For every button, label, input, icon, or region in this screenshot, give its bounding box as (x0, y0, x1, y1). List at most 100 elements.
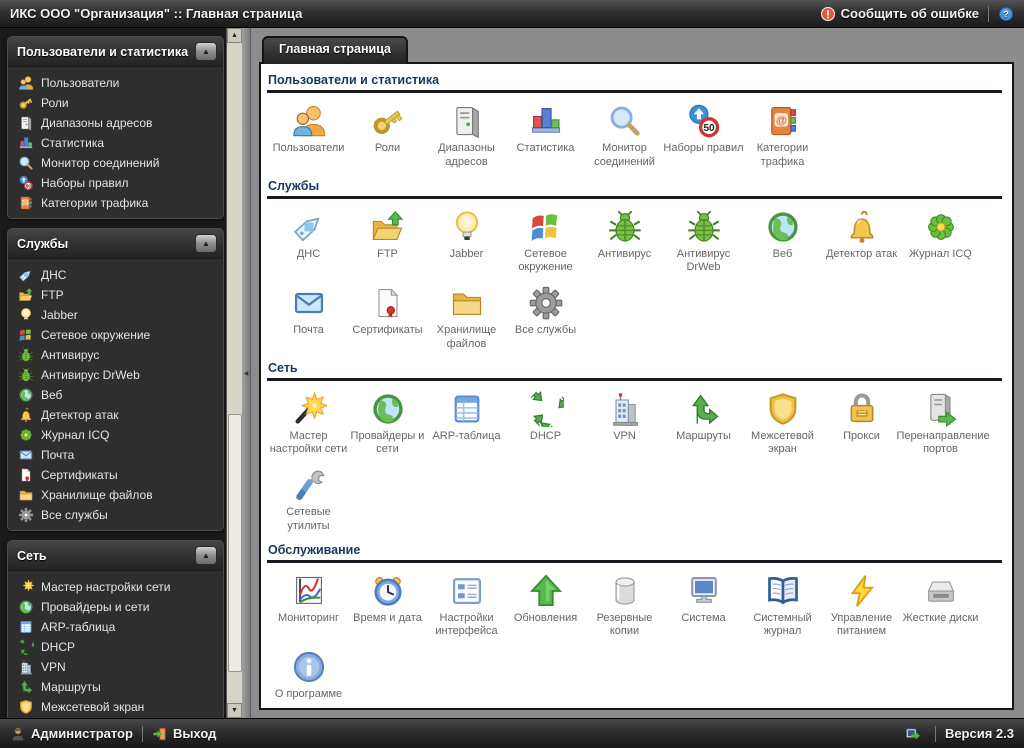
sidebar-item[interactable]: Пользователи (14, 73, 219, 93)
shortcut[interactable]: Обновления (506, 565, 585, 628)
sidebar-item[interactable]: Журнал ICQ (14, 425, 219, 445)
sidebar-item[interactable]: Хранилище файлов (14, 485, 219, 505)
shortcut[interactable]: Управление питанием (822, 565, 901, 642)
shortcut[interactable]: Jabber (427, 201, 506, 264)
shortcut[interactable]: Сетевое окружение (506, 201, 585, 278)
sidebar-item[interactable]: Статистика (14, 133, 219, 153)
mail-icon (291, 285, 327, 321)
shortcut[interactable]: VPN (585, 383, 664, 446)
shortcut[interactable]: ДНС (269, 201, 348, 264)
sidebar-item[interactable]: Все службы (14, 505, 219, 525)
sidebar-item-label: Мастер настройки сети (41, 580, 171, 594)
sidebar-item[interactable]: Веб (14, 385, 219, 405)
shortcut[interactable]: Антивирус DrWeb (664, 201, 743, 278)
shortcut[interactable]: Мастер настройки сети (269, 383, 348, 460)
shortcut[interactable]: Жесткие диски (901, 565, 980, 628)
console-icon[interactable] (905, 726, 921, 742)
shortcut[interactable]: Детектор атак (822, 201, 901, 264)
vpn-icon (607, 391, 643, 427)
shortcut[interactable]: ARP-таблица (427, 383, 506, 446)
collapse-button[interactable]: ▲ (195, 234, 217, 253)
shortcut[interactable]: Все службы (506, 277, 585, 340)
shortcut[interactable]: Резервные копии (585, 565, 664, 642)
shortcut[interactable]: Роли (348, 95, 427, 158)
sidebar-item[interactable]: Антивирус (14, 345, 219, 365)
shortcut[interactable]: Сертификаты (348, 277, 427, 340)
scrollbar-thumb[interactable] (228, 414, 242, 672)
sidebar-item[interactable]: Почта (14, 445, 219, 465)
wizard-icon (18, 579, 34, 595)
shortcut[interactable]: Настройки интерфейса (427, 565, 506, 642)
shortcut[interactable]: Монитор соединений (585, 95, 664, 172)
bug-icon (607, 209, 643, 245)
traffic-icon (765, 103, 801, 139)
shortcut[interactable]: Время и дата (348, 565, 427, 628)
sidebar-item[interactable]: FTP (14, 285, 219, 305)
current-user-button[interactable]: Администратор (10, 726, 133, 742)
sidebar-item[interactable]: Категории трафика (14, 193, 219, 213)
tab-home[interactable]: Главная страница (262, 36, 408, 64)
shortcut[interactable]: DHCP (506, 383, 585, 446)
shortcut[interactable]: Система (664, 565, 743, 628)
scroll-up-button[interactable]: ▲ (227, 28, 242, 43)
sidebar-item[interactable]: Мастер настройки сети (14, 577, 219, 597)
shortcut[interactable]: Журнал ICQ (901, 201, 980, 264)
sidebar-item[interactable]: Сетевое окружение (14, 325, 219, 345)
shortcut[interactable]: О программе (269, 641, 348, 704)
sidebar-item-label: Пользователи (41, 76, 120, 90)
shortcut[interactable]: Межсетевой экран (743, 383, 822, 460)
help-icon[interactable] (998, 6, 1014, 22)
sidebar-item[interactable]: Наборы правил (14, 173, 219, 193)
shortcut-label: Детектор атак (825, 247, 898, 260)
shortcut[interactable]: FTP (348, 201, 427, 264)
section-rule (267, 559, 1002, 563)
sidebar-item[interactable]: Межсетевой экран (14, 697, 219, 717)
shortcut[interactable]: Веб (743, 201, 822, 264)
sidebar-section-header[interactable]: Сеть ▲ (8, 541, 223, 571)
sidebar-item[interactable]: Диапазоны адресов (14, 113, 219, 133)
sidebar-item[interactable]: Сертификаты (14, 465, 219, 485)
shortcut[interactable]: Сетевые утилиты (269, 459, 348, 536)
report-error-button[interactable]: Сообщить об ошибке (820, 6, 979, 22)
shortcut[interactable]: Наборы правил (663, 95, 744, 158)
shortcut-label: Диапазоны адресов (438, 142, 495, 168)
sidebar-item[interactable]: Детектор атак (14, 405, 219, 425)
bell-icon (18, 407, 34, 423)
sidebar-item[interactable]: Маршруты (14, 677, 219, 697)
shortcut[interactable]: Пользователи (269, 95, 348, 158)
users-icon (291, 103, 327, 139)
shortcut[interactable]: Системный журнал (743, 565, 822, 642)
shortcut[interactable]: Мониторинг (269, 565, 348, 628)
sidebar-section-header[interactable]: Службы ▲ (8, 229, 223, 259)
sidebar-section-header[interactable]: Пользователи и статистика ▲ (8, 37, 223, 67)
sidebar-item[interactable]: DHCP (14, 637, 219, 657)
sidebar-scrollbar[interactable]: ▲ ▼ (226, 28, 242, 718)
shortcut[interactable]: Диапазоны адресов (427, 95, 506, 172)
sidebar-item[interactable]: Провайдеры и сети (14, 597, 219, 617)
sidebar-item[interactable]: Роли (14, 93, 219, 113)
sidebar-item[interactable]: ДНС (14, 265, 219, 285)
shortcut[interactable]: Почта (269, 277, 348, 340)
sidebar-item[interactable]: ARP-таблица (14, 617, 219, 637)
shortcut[interactable]: Маршруты (664, 383, 743, 446)
shortcut[interactable]: Хранилище файлов (427, 277, 506, 354)
sidebar-item[interactable]: Монитор соединений (14, 153, 219, 173)
collapse-button[interactable]: ▲ (195, 546, 217, 565)
logout-button[interactable]: Выход (152, 726, 216, 742)
shortcut[interactable]: Провайдеры и сети (348, 383, 427, 460)
sidebar-item[interactable]: Антивирус DrWeb (14, 365, 219, 385)
shortcut[interactable]: Прокси (822, 383, 901, 446)
splitter-handle[interactable]: ◀ (242, 28, 251, 718)
sidebar-item[interactable]: Jabber (14, 305, 219, 325)
shortcut[interactable]: Антивирус (585, 201, 664, 264)
shortcut[interactable]: Категории трафика (743, 95, 822, 172)
sidebar-item[interactable]: VPN (14, 657, 219, 677)
sidebar-item-label: Межсетевой экран (41, 700, 145, 714)
shortcut[interactable]: Перенаправление портов (897, 383, 990, 460)
shortcut[interactable]: Статистика (506, 95, 585, 158)
scroll-down-button[interactable]: ▼ (227, 703, 242, 718)
bulb-icon (18, 307, 34, 323)
cert-icon (18, 467, 34, 483)
dhcp-icon (528, 391, 564, 427)
collapse-button[interactable]: ▲ (195, 42, 217, 61)
